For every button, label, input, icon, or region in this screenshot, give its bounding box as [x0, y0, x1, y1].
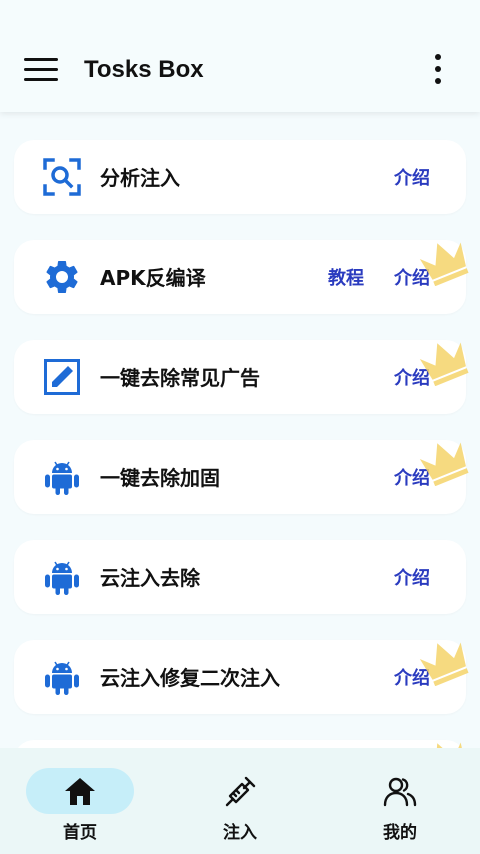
menu-icon-bar [24, 68, 58, 71]
edit-square-icon [44, 359, 80, 395]
android-icon [45, 461, 79, 495]
tool-label: 一键去除常见广告 [100, 366, 260, 390]
tool-card-apk-decompile[interactable]: APK反编译 教程 介绍 [14, 240, 469, 314]
tool-card-remove-ads[interactable]: 一键去除常见广告 介绍 [14, 340, 469, 414]
tool-label: 一键去除加固 [100, 466, 220, 490]
intro-link[interactable]: 介绍 [394, 164, 430, 190]
app-title: Tosks Box [84, 56, 204, 83]
tool-card-remove-hardening[interactable]: 一键去除加固 介绍 [14, 440, 469, 514]
crown-icon [419, 442, 469, 486]
nav-label: 我的 [383, 823, 417, 843]
scan-search-icon [43, 158, 81, 196]
nav-item-home[interactable]: 首页 [0, 748, 160, 854]
android-icon [45, 661, 79, 695]
tool-card-fix-reinjection[interactable]: 云注入修复二次注入 介绍 [14, 640, 469, 714]
menu-button[interactable] [24, 58, 60, 86]
more-vert-dot [435, 66, 441, 72]
bottom-navigation: 首页 注入 我的 [0, 748, 480, 854]
home-icon [65, 778, 95, 805]
tool-card-analyze-injection[interactable]: 分析注入 介绍 [14, 140, 466, 214]
tool-list[interactable]: 分析注入 介绍 APK反编译 教程 介绍 一键去除常见广告 介绍 一键去除加固 … [0, 112, 480, 748]
tool-label: 分析注入 [100, 166, 180, 190]
more-options-button[interactable] [428, 54, 448, 92]
crown-icon [419, 642, 469, 686]
tool-card-remove-cloud-injection[interactable]: 云注入去除 介绍 [14, 540, 466, 614]
people-icon [383, 777, 417, 807]
more-vert-dot [435, 78, 441, 84]
tool-label: 云注入去除 [100, 566, 200, 590]
tutorial-link[interactable]: 教程 [328, 264, 364, 290]
nav-label: 首页 [63, 823, 97, 843]
more-vert-icon [435, 54, 441, 60]
nav-item-inject[interactable]: 注入 [160, 748, 320, 854]
crown-icon [419, 742, 466, 748]
crown-icon [419, 242, 469, 286]
intro-link[interactable]: 介绍 [394, 564, 430, 590]
menu-icon [24, 58, 58, 61]
tool-label: 云注入修复二次注入 [100, 666, 280, 690]
menu-icon-bar [24, 78, 58, 81]
android-icon [45, 561, 79, 595]
app-bar: Tosks Box [0, 0, 480, 112]
gear-icon [46, 260, 78, 293]
syringe-icon [225, 776, 256, 807]
nav-label: 注入 [223, 823, 257, 843]
crown-icon [419, 342, 469, 386]
tool-label: APK反编译 [100, 266, 206, 290]
nav-item-mine[interactable]: 我的 [320, 748, 480, 854]
tool-card-partial[interactable] [14, 740, 466, 748]
